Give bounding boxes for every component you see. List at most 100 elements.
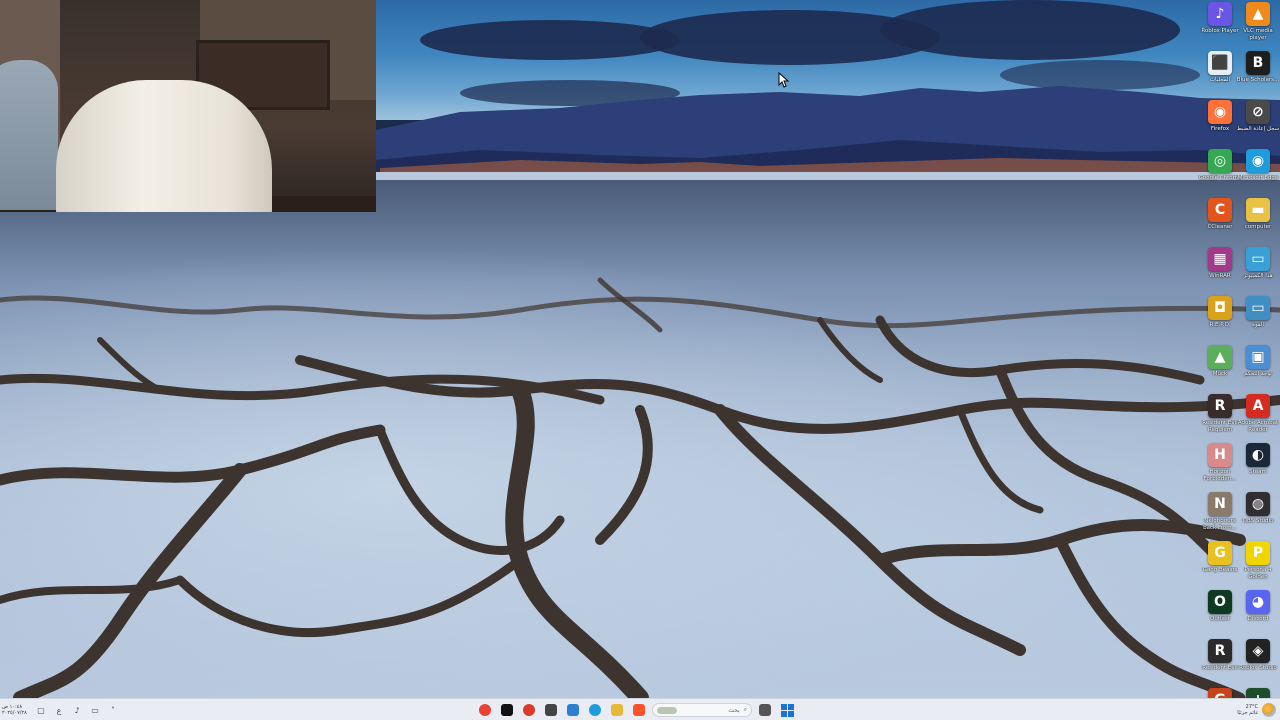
- clock[interactable]: ١٠:٤٨ ص ٢٠٢٥/٠٧/٢٨: [2, 704, 28, 716]
- search-input[interactable]: بحث ⌕: [652, 703, 752, 717]
- desktop-icon[interactable]: H Horizon Forbidden...: [1200, 443, 1240, 491]
- desktop-icon[interactable]: ⊘ سجل إعادة الضبط: [1236, 100, 1280, 148]
- app-icon: ▬: [1246, 198, 1270, 222]
- desktop-icon[interactable]: ▭ هذا الكمبيوتر: [1238, 247, 1278, 295]
- windows-logo-icon: [780, 710, 787, 717]
- desktop-icon[interactable]: ▦ WinRAR: [1200, 247, 1240, 295]
- desktop-icon[interactable]: P Persona 4 Golden: [1238, 541, 1278, 589]
- windows-logo-icon: [787, 710, 794, 717]
- desktop-icon[interactable]: C CCleaner: [1200, 198, 1240, 246]
- app-icon: ◘: [1208, 296, 1232, 320]
- desktop-icon[interactable]: A Adobe Acrobat Reader: [1238, 394, 1278, 442]
- taskbar-app-tiktok[interactable]: [498, 701, 516, 719]
- start-button[interactable]: [778, 701, 796, 719]
- desktop-icon[interactable]: O Outlast: [1200, 590, 1240, 638]
- app-icon: R: [1208, 639, 1232, 663]
- desktop-icon-label: Blue Scholars...: [1236, 77, 1280, 83]
- system-tray: ١٠:٤٨ ص ٢٠٢٥/٠٧/٢٨ ▢ ع ♪ ▭ ˄: [2, 699, 118, 720]
- desktop-icon-label: VLC media player: [1243, 28, 1273, 41]
- clock-date: ٢٠٢٥/٠٧/٢٨: [2, 710, 27, 716]
- app-icon: H: [1208, 443, 1232, 467]
- taskbar: ١٠:٤٨ ص ٢٠٢٥/٠٧/٢٨ ▢ ع ♪ ▭ ˄ بحث ⌕ 27°C غ…: [0, 698, 1280, 720]
- tiktok-icon: [501, 704, 513, 716]
- app-icon: N: [1208, 492, 1232, 516]
- desktop-icon[interactable]: R Resident Evil: [1200, 639, 1240, 687]
- display-icon[interactable]: ▭: [90, 705, 100, 715]
- desktop-icon[interactable]: N Neighbours back From...: [1200, 492, 1240, 540]
- desktop-icon[interactable]: ◈ Roblox Studio: [1238, 639, 1278, 687]
- language-icon[interactable]: ع: [54, 705, 64, 715]
- desktop-icon-label: القوة: [1252, 322, 1264, 328]
- taskbar-app-edge[interactable]: [586, 701, 604, 719]
- desktop-icon-label: Adobe Acrobat Reader: [1237, 420, 1279, 433]
- app-icon: ◉: [1246, 149, 1270, 173]
- taskbar-app-store[interactable]: [756, 701, 774, 719]
- obs-record-icon: [523, 704, 535, 716]
- desktop-icon[interactable]: ◉ Firefox: [1200, 100, 1240, 148]
- explorer-icon: [611, 704, 623, 716]
- app-icon: ◉: [1208, 100, 1232, 124]
- taskbar-app-brave[interactable]: [630, 701, 648, 719]
- notification-icon[interactable]: ▢: [36, 705, 46, 715]
- desktop-icon[interactable]: R Resident Evil Requiem: [1200, 394, 1240, 442]
- desktop-icon-label: OBS Studio: [1242, 518, 1274, 524]
- app-icon: B: [1246, 51, 1270, 75]
- desktop-icon[interactable]: ◉ Microsoft Edge: [1238, 149, 1278, 197]
- taskbar-apps: بحث ⌕: [476, 699, 796, 720]
- mouse-cursor-icon: [778, 72, 790, 88]
- taskbar-app-calendar[interactable]: [564, 701, 582, 719]
- webcam-person: [0, 60, 58, 210]
- taskbar-app-obs-record[interactable]: [520, 701, 538, 719]
- app-icon: ▣: [1246, 345, 1270, 369]
- weather-desc: غائم جزئيًا: [1237, 710, 1258, 716]
- taskbar-app-chrome[interactable]: [476, 701, 494, 719]
- desktop-icon[interactable]: ▲ VLC media player: [1238, 2, 1278, 50]
- calendar-icon: [567, 704, 579, 716]
- desktop-icon[interactable]: ⬛ المحليات: [1200, 51, 1240, 99]
- app-icon: C: [1208, 198, 1232, 222]
- desktop-icon[interactable]: ◘ R.E.P.O.: [1200, 296, 1240, 344]
- desktop-icon[interactable]: ▣ لوحة التحكم: [1238, 345, 1278, 393]
- desktop-icon[interactable]: G Gang Beasts: [1200, 541, 1240, 589]
- desktop-icon-label: Roblox Studio: [1239, 665, 1277, 671]
- app-icon: ◈: [1246, 639, 1270, 663]
- app-icon: O: [1208, 590, 1232, 614]
- app-icon: R: [1208, 394, 1232, 418]
- app-icon: ▭: [1246, 247, 1270, 271]
- app-icon: ▭: [1246, 296, 1270, 320]
- chevron-up-icon[interactable]: ˄: [108, 705, 118, 715]
- app-icon: ⬛: [1208, 51, 1232, 75]
- app-icon: ▦: [1208, 247, 1232, 271]
- desktop-icon-label: Persona 4 Golden: [1244, 567, 1272, 580]
- taskbar-app-explorer[interactable]: [608, 701, 626, 719]
- desktop-icon-label: هذا الكمبيوتر: [1243, 273, 1273, 279]
- desktop-icon[interactable]: ▭ القوة: [1238, 296, 1278, 344]
- desktop-icon-label: سجل إعادة الضبط: [1236, 126, 1280, 132]
- desktop-icon[interactable]: ◐ Steam: [1238, 443, 1278, 491]
- app-icon: ▲: [1208, 345, 1232, 369]
- webcam-overlay: [0, 0, 376, 212]
- app-icon: ◎: [1208, 149, 1232, 173]
- desktop-icon[interactable]: ♪ Roblox Player: [1200, 2, 1240, 50]
- desktop-icon-label: لوحة التحكم: [1244, 371, 1272, 377]
- desktop-icon[interactable]: ▲ Muck: [1200, 345, 1240, 393]
- weather-icon: [1262, 703, 1276, 717]
- desktop-icon[interactable]: ◕ Discord: [1238, 590, 1278, 638]
- taskbar-app-arrow[interactable]: [542, 701, 560, 719]
- desktop-icon-label: Steam: [1249, 469, 1267, 475]
- search-placeholder: بحث: [728, 706, 740, 714]
- desktop-icon[interactable]: B Blue Scholars...: [1236, 51, 1280, 99]
- store-icon: [759, 704, 771, 716]
- desktop-icon[interactable]: ▬ computer: [1238, 198, 1278, 246]
- desktop-icon-grid: ♪ Roblox Player ▲ VLC media player ⬛ المحليات…: [1198, 2, 1280, 720]
- weather-widget[interactable]: 27°C غائم جزئيًا: [1237, 699, 1276, 720]
- app-icon: P: [1246, 541, 1270, 565]
- app-icon: ♪: [1208, 2, 1232, 26]
- microphone-icon[interactable]: ♪: [72, 705, 82, 715]
- desktop-icon[interactable]: ◍ OBS Studio: [1238, 492, 1278, 540]
- app-icon: A: [1246, 394, 1270, 418]
- desktop-icon[interactable]: ◎ Google Chrome: [1199, 149, 1241, 197]
- wallpaper-salt-cracks: [0, 277, 1280, 698]
- edge-icon: [589, 704, 601, 716]
- app-icon: ⊘: [1246, 100, 1270, 124]
